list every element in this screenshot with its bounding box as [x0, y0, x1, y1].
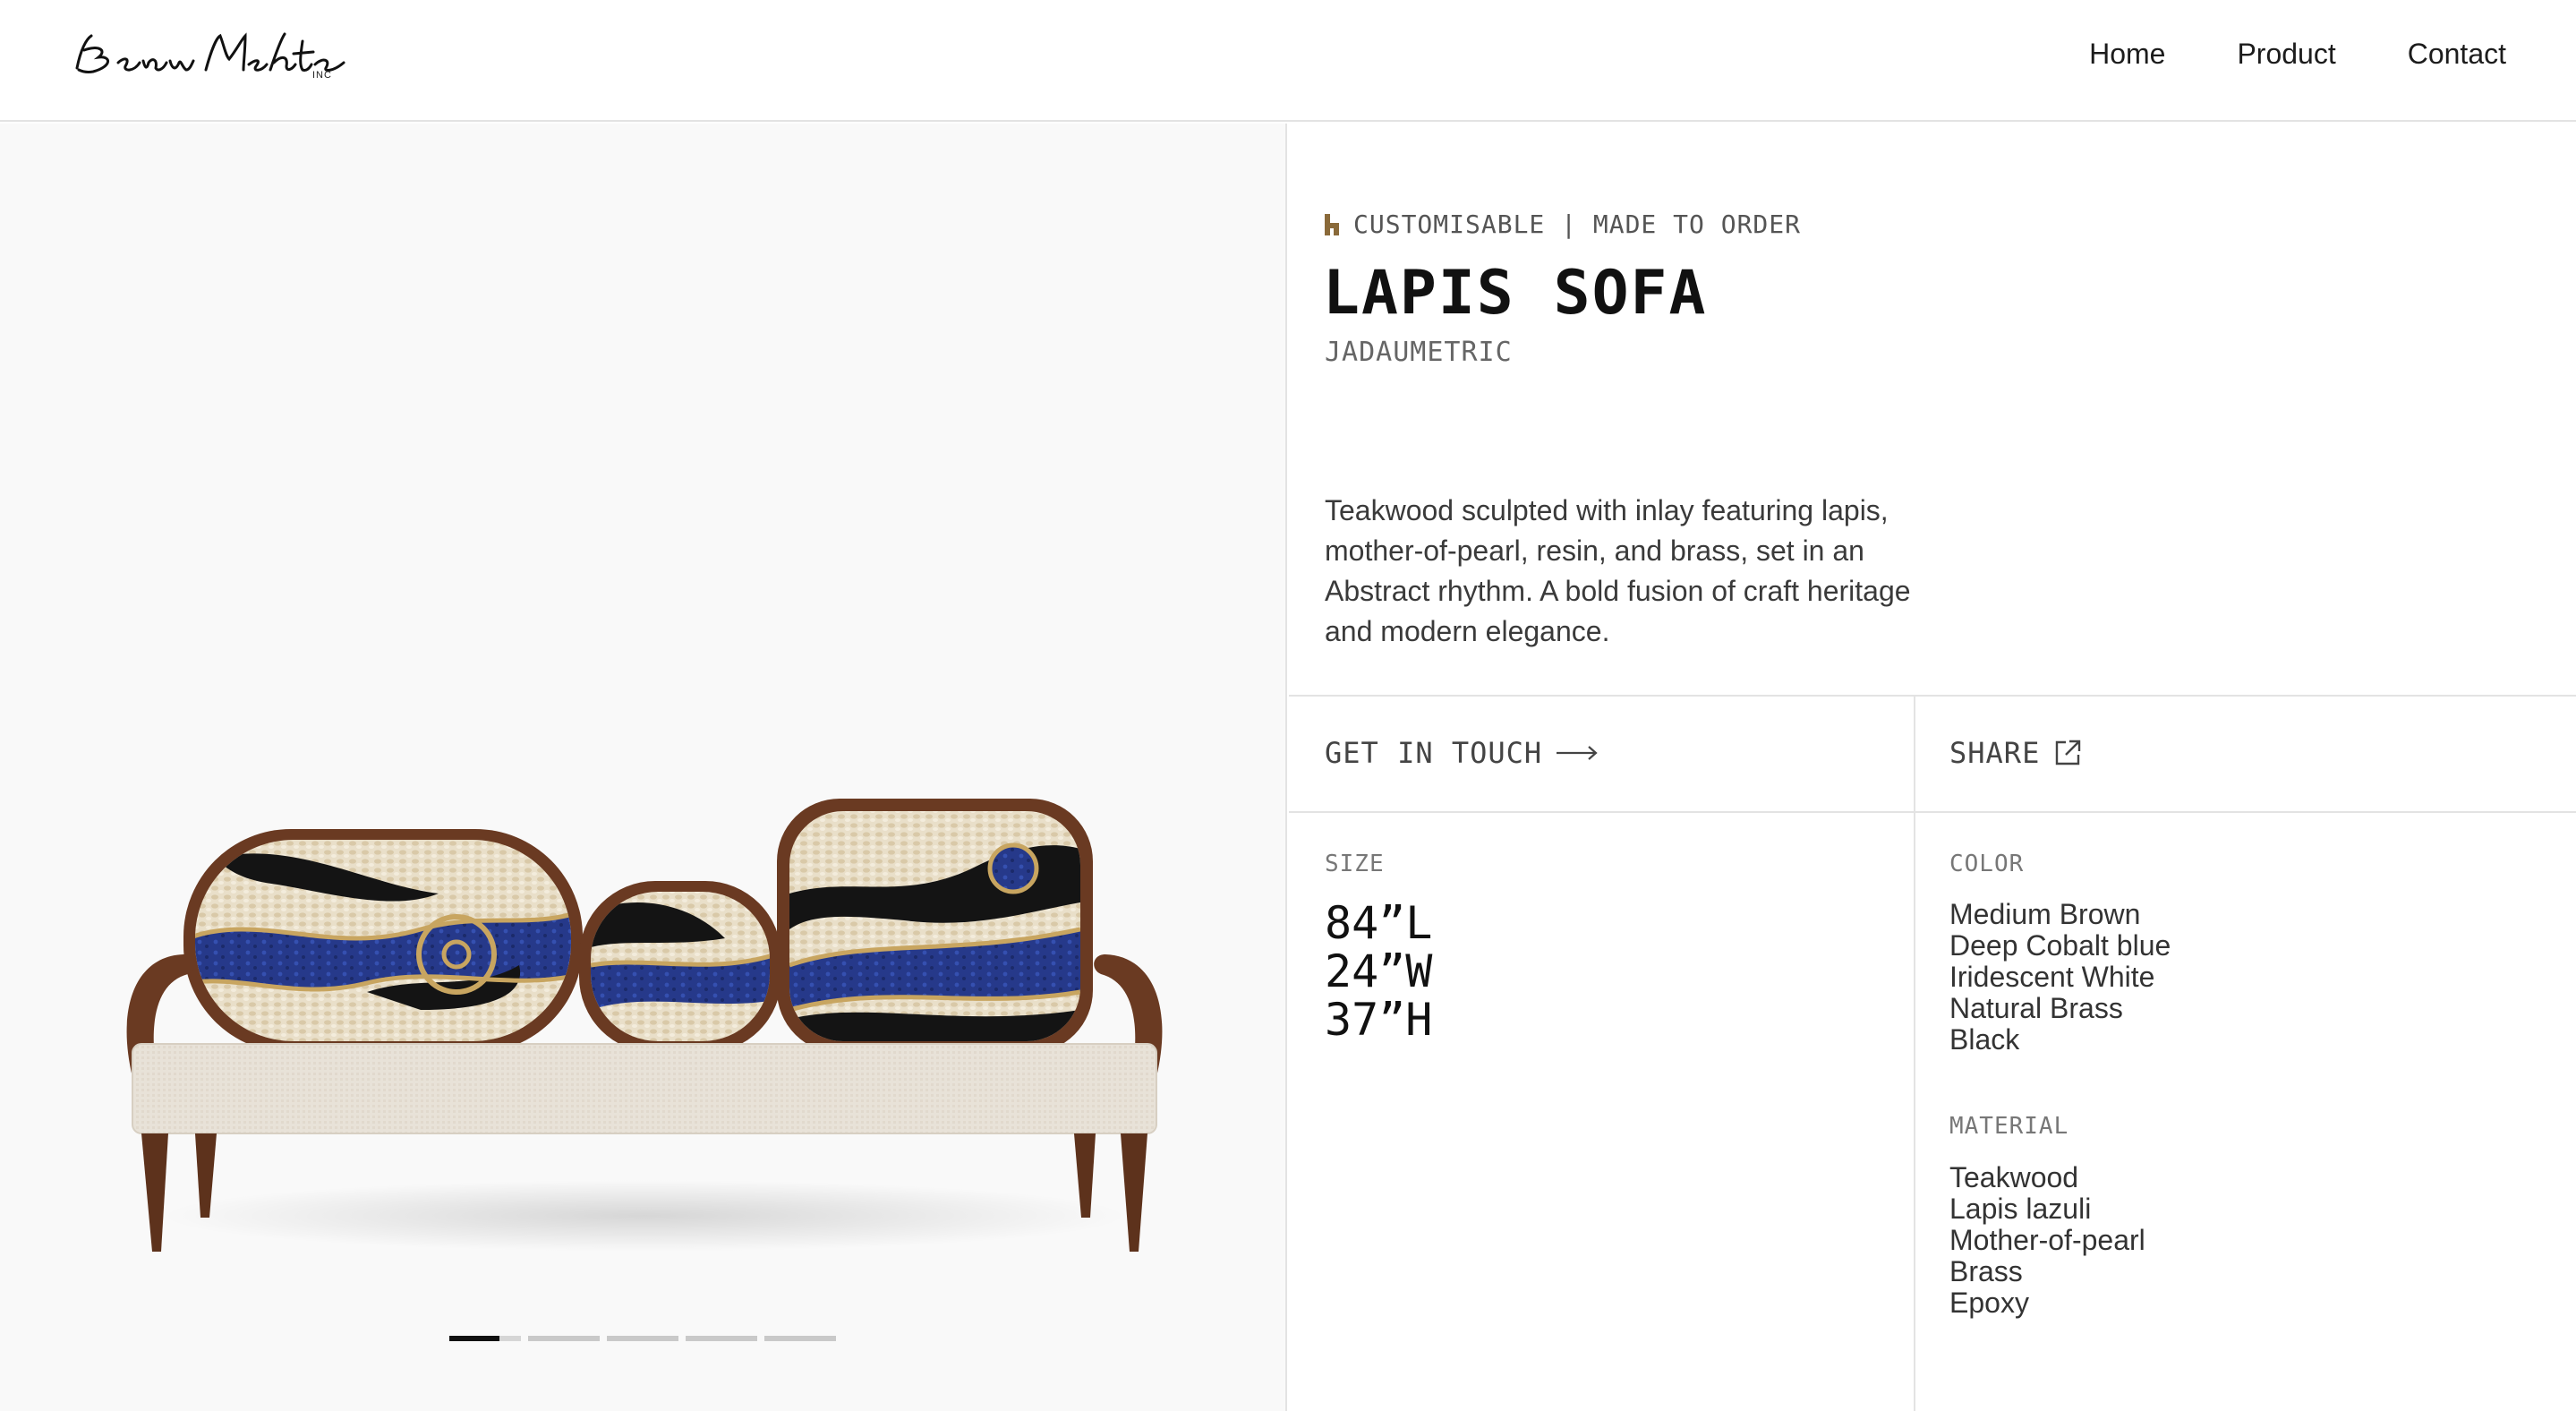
product-info: CUSTOMISABLE | MADE TO ORDER LAPIS SOFA … [1289, 124, 2576, 1411]
material-item: Brass [1949, 1255, 2023, 1287]
color-item: Black [1949, 1023, 2020, 1056]
nav-contact[interactable]: Contact [2408, 38, 2506, 71]
product-description: Teakwood sculpted with inlay featuring l… [1325, 494, 1911, 647]
main-nav: Home Product Contact [2089, 38, 2506, 71]
product-title: LAPIS SOFA [1323, 258, 1708, 329]
color-label: COLOR [1949, 851, 2025, 877]
gallery-dot-2[interactable] [528, 1336, 600, 1341]
get-in-touch-label: GET IN TOUCH [1325, 736, 1543, 770]
gallery-dot-1[interactable] [449, 1336, 521, 1341]
divider-vertical [1914, 695, 1915, 1411]
get-in-touch-button[interactable]: GET IN TOUCH [1325, 697, 1599, 809]
external-link-icon [2056, 740, 2081, 765]
nav-product[interactable]: Product [2237, 38, 2335, 71]
size-height: 37”H [1325, 994, 1433, 1046]
brand-suffix: INC [312, 70, 332, 81]
gallery-dot-5[interactable] [764, 1336, 836, 1341]
color-list: Medium Brown Deep Cobalt blue Iridescent… [1949, 899, 2171, 1056]
color-item: Deep Cobalt blue [1949, 929, 2171, 962]
divider [1289, 811, 2576, 813]
material-list: Teakwood Lapis lazuli Mother-of-pearl Br… [1949, 1162, 2145, 1319]
color-item: Iridescent White [1949, 961, 2155, 993]
size-length: 84”L [1325, 897, 1433, 949]
share-button[interactable]: SHARE [1949, 697, 2083, 809]
product-collection: JADAUMETRIC [1325, 337, 1513, 368]
material-label: MATERIAL [1949, 1113, 2069, 1140]
material-item: Mother-of-pearl [1949, 1224, 2145, 1256]
color-item: Natural Brass [1949, 992, 2123, 1024]
size-label: SIZE [1325, 851, 1385, 877]
site-header: INC Home Product Contact [0, 0, 2576, 122]
gallery-pagination [449, 1336, 836, 1341]
material-item: Teakwood [1949, 1161, 2079, 1193]
gallery-dot-3[interactable] [607, 1336, 678, 1341]
gallery-dot-4[interactable] [686, 1336, 757, 1341]
size-width: 24”W [1325, 945, 1433, 997]
product-tag-text: CUSTOMISABLE | MADE TO ORDER [1353, 210, 1802, 239]
material-item: Epoxy [1949, 1287, 2029, 1319]
customise-icon [1325, 213, 1341, 235]
product-gallery [0, 124, 1287, 1411]
arrow-right-icon [1557, 746, 1598, 760]
product-image-lapis-sofa[interactable] [98, 670, 1190, 1287]
share-label: SHARE [1949, 736, 2041, 770]
color-item: Medium Brown [1949, 898, 2141, 930]
nav-home[interactable]: Home [2089, 38, 2165, 71]
size-list: 84”L 24”W 37”H [1325, 899, 1432, 1044]
material-item: Lapis lazuli [1949, 1193, 2092, 1225]
product-tag: CUSTOMISABLE | MADE TO ORDER [1325, 210, 1801, 239]
brand-signature-logo [75, 32, 345, 73]
brand-logo[interactable] [72, 23, 349, 88]
